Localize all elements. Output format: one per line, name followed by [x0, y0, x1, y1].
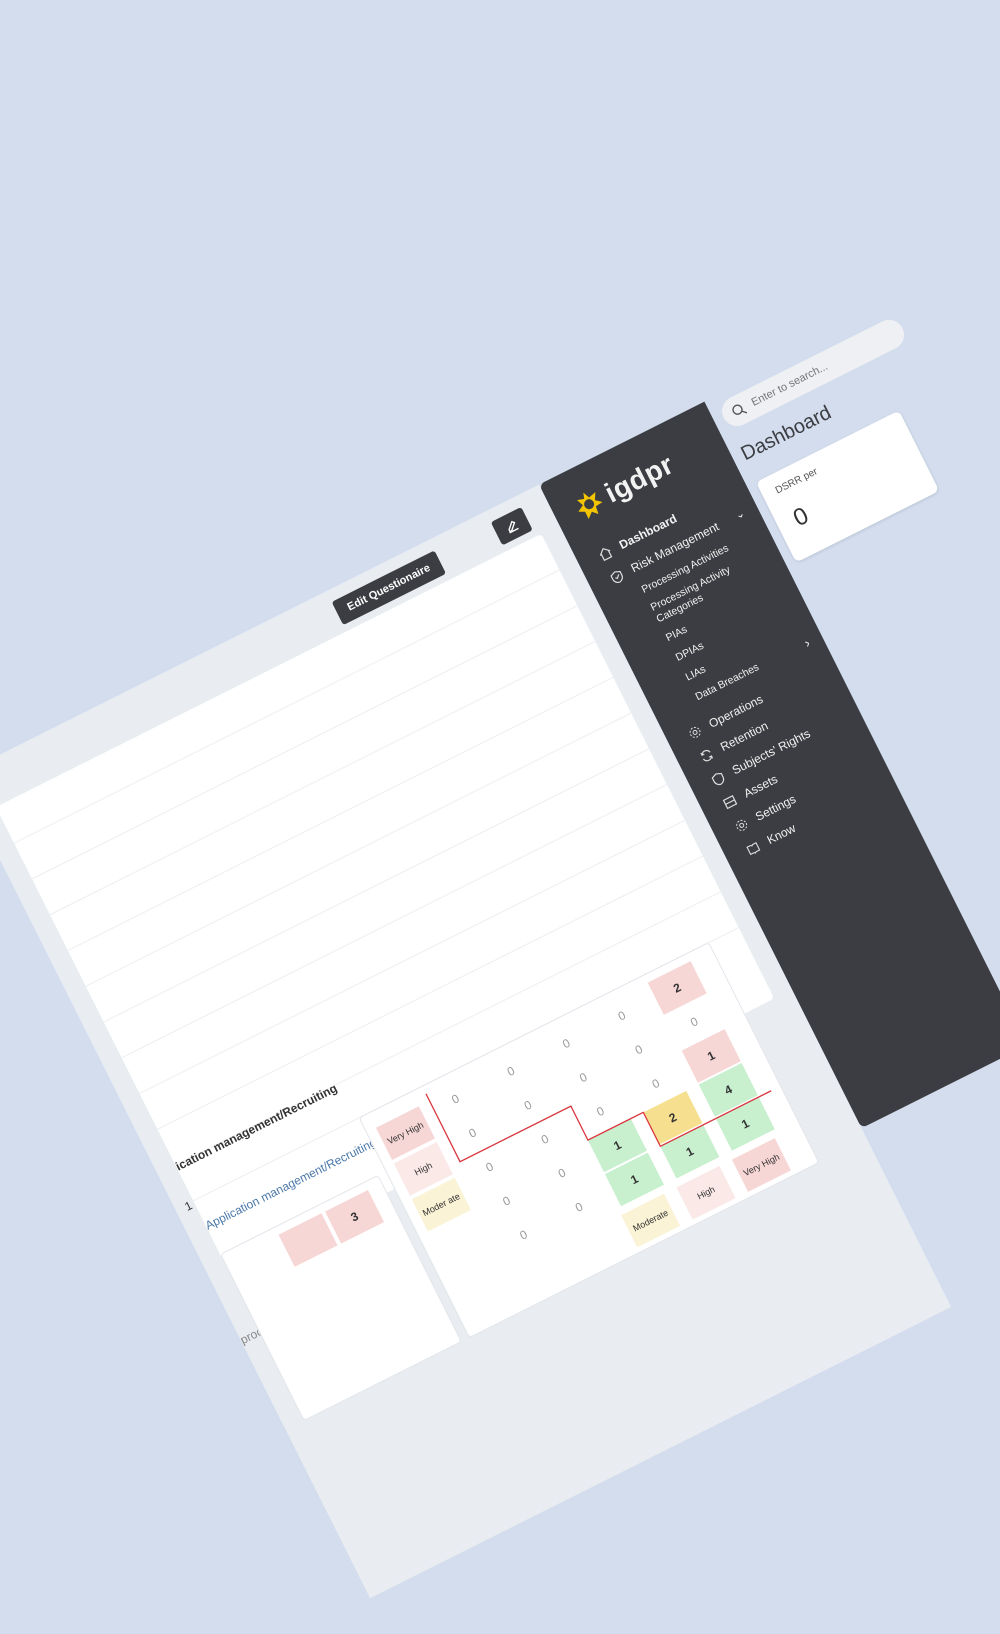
gear-icon — [733, 816, 750, 833]
row-divider — [49, 641, 596, 916]
search-input[interactable] — [747, 329, 892, 411]
row-divider — [13, 569, 560, 844]
shield-icon — [608, 568, 625, 585]
search-icon — [732, 404, 748, 415]
app-stage: Edit Questionaire ication management/Rec… — [0, 68, 1000, 1634]
row-divider — [31, 605, 578, 880]
shield-heart-icon — [709, 770, 726, 787]
edit-icon-button[interactable] — [490, 506, 533, 546]
risk-cell — [278, 1213, 338, 1267]
sidebar-item-label: Know — [764, 821, 798, 848]
chevron-down-icon[interactable]: ⌄ — [733, 506, 747, 522]
chevron-right-icon: › — [801, 634, 813, 650]
edit-icon — [508, 520, 519, 534]
row-divider — [67, 676, 614, 951]
logo-text: igdpr — [599, 448, 679, 509]
logo-star-icon — [577, 492, 603, 519]
home-icon — [597, 544, 614, 561]
refresh-icon — [698, 746, 715, 763]
gear-icon — [686, 723, 703, 740]
risk-cell: 3 — [325, 1189, 385, 1244]
stat-label: DSRR per — [773, 466, 820, 497]
archive-icon — [721, 793, 738, 810]
field-value-category: ication management/Recruiting — [173, 1080, 340, 1174]
book-icon — [744, 839, 761, 856]
row-divider — [85, 712, 632, 987]
row-divider — [103, 748, 650, 1023]
stat-value: 0 — [789, 502, 814, 533]
